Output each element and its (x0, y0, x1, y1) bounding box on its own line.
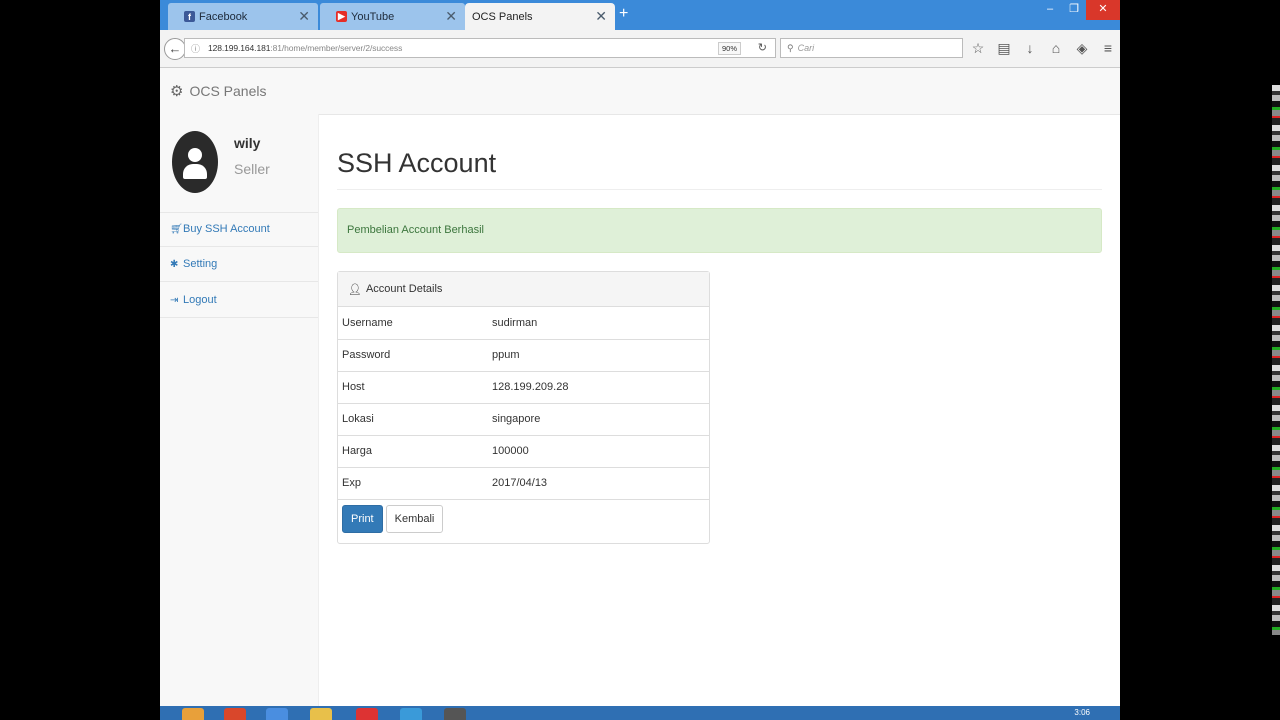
restore-button[interactable]: ❐ (1062, 0, 1086, 20)
panel-title: Account Details (365, 283, 443, 295)
close-icon[interactable]: ✕ (445, 8, 457, 25)
sidebar-item-logout[interactable]: ⇥ Logout (160, 283, 318, 318)
gear-icon: ✱ (170, 258, 179, 270)
row-key: Username (338, 307, 488, 340)
row-value: 100000 (488, 435, 709, 468)
start-orb-icon[interactable] (182, 708, 204, 720)
search-placeholder: Cari (797, 43, 815, 53)
close-icon[interactable]: ✕ (298, 8, 310, 25)
tab-label: YouTube (351, 10, 395, 23)
sidebar-item-label: Logout (183, 294, 217, 306)
success-alert: Pembelian Account Berhasil (337, 208, 1102, 253)
download-icon[interactable]: ↓ (1022, 40, 1038, 57)
back-button[interactable]: ← (164, 38, 186, 60)
cart-icon: 🛒︎ (170, 223, 183, 235)
info-icon[interactable]: ⓘ (191, 42, 200, 55)
browser-window: f Facebook ✕ ▶ YouTube ✕ OCS Panels ✕ + … (160, 0, 1120, 720)
toolbar-icons: ☆ ▤ ↓ ⌂ ◈ ≡ (970, 40, 1116, 57)
table-row: Exp 2017/04/13 (338, 467, 709, 500)
row-value: 128.199.209.28 (488, 371, 709, 404)
row-value: ppum (488, 339, 709, 372)
print-button[interactable]: Print (342, 505, 383, 533)
reading-list-icon[interactable]: ▤ (996, 40, 1012, 57)
table-row: Lokasi singapore (338, 403, 709, 436)
address-bar[interactable]: ⓘ 128.199.164.181:81/home/member/server/… (184, 38, 776, 58)
sidebar-item-setting[interactable]: ✱ Setting (160, 247, 318, 282)
sidebar-item-buy-ssh-account[interactable]: 🛒︎ Buy SSH Account (160, 212, 318, 247)
navigation-bar: ← ⓘ 128.199.164.181:81/home/member/serve… (160, 30, 1120, 68)
minimize-button[interactable]: ‒ (1038, 0, 1062, 20)
dashboard-icon: ⚙ (170, 83, 184, 100)
tab-label: Facebook (199, 10, 248, 23)
pocket-icon[interactable]: ◈ (1074, 40, 1090, 57)
account-details-panel: 👤︎ Account Details Username sudirman Pas… (337, 271, 710, 544)
taskbar-app-icon[interactable] (266, 708, 288, 720)
taskbar-app-icon[interactable] (224, 708, 246, 720)
table-row: Password ppum (338, 339, 709, 372)
row-key: Lokasi (338, 403, 488, 436)
taskbar-app-icon[interactable] (400, 708, 422, 720)
user-body-icon (183, 164, 207, 179)
home-icon[interactable]: ⌂ (1048, 40, 1064, 57)
brand-link[interactable]: ⚙ OCS Panels (170, 82, 267, 100)
avatar (172, 131, 218, 193)
user-profile: wily Seller (160, 114, 318, 213)
user-role: Seller (234, 161, 270, 177)
taskbar-clock: 3:06 (1074, 708, 1090, 717)
reload-icon[interactable]: ↻ (758, 41, 767, 54)
row-key: Host (338, 371, 488, 404)
tab-label: OCS Panels (472, 10, 533, 23)
row-key: Password (338, 339, 488, 372)
panel-actions: Print Kembali (342, 505, 444, 533)
user-name: wily (234, 135, 261, 151)
search-icon: ⚲ (787, 42, 794, 53)
row-value: sudirman (488, 307, 709, 340)
search-input[interactable]: ⚲ Cari (780, 38, 963, 58)
user-icon: 👤︎ (348, 283, 362, 296)
row-value: singapore (488, 403, 709, 436)
account-details-table: Username sudirman Password ppum Host 128… (338, 307, 709, 500)
sidebar-item-label: Buy SSH Account (183, 223, 270, 235)
menu-icon[interactable]: ≡ (1100, 40, 1116, 57)
row-value: 2017/04/13 (488, 467, 709, 500)
tab-ocs-panels[interactable]: OCS Panels ✕ (465, 3, 615, 30)
bookmark-star-icon[interactable]: ☆ (970, 40, 986, 57)
sidebar-item-label: Setting (183, 258, 218, 270)
close-icon[interactable]: ✕ (595, 8, 607, 25)
tab-facebook[interactable]: f Facebook ✕ (168, 3, 318, 30)
tab-youtube[interactable]: ▶ YouTube ✕ (320, 3, 465, 30)
table-row: Host 128.199.209.28 (338, 371, 709, 404)
zoom-indicator[interactable]: 90% (717, 42, 741, 55)
sidebar: wily Seller 🛒︎ Buy SSH Account ✱ Setting… (160, 114, 319, 706)
brand-label: OCS Panels (189, 83, 267, 99)
address-text: 128.199.164.181:81/home/member/server/2/… (208, 43, 403, 53)
logout-icon: ⇥ (170, 294, 179, 306)
row-key: Harga (338, 435, 488, 468)
facebook-icon: f (184, 11, 195, 22)
chrome-icon[interactable] (356, 708, 378, 720)
back-to-list-button[interactable]: Kembali (385, 505, 444, 533)
page-title: SSH Account (337, 148, 497, 178)
user-head-icon (188, 148, 202, 162)
taskbar: 3:06 (160, 706, 1120, 720)
panel-heading: 👤︎ Account Details (338, 272, 709, 307)
screen-edge-noise (1272, 85, 1280, 635)
tab-bar: f Facebook ✕ ▶ YouTube ✕ OCS Panels ✕ + … (160, 0, 1120, 30)
table-row: Username sudirman (338, 307, 709, 340)
window-controls: ‒ ❐ ✕ (1038, 0, 1120, 20)
window-close-button[interactable]: ✕ (1086, 0, 1120, 20)
app-navbar: ⚙ OCS Panels (160, 68, 1120, 115)
row-key: Exp (338, 467, 488, 500)
taskbar-app-icon[interactable] (444, 708, 466, 720)
folder-icon[interactable] (310, 708, 332, 720)
table-row: Harga 100000 (338, 435, 709, 468)
title-divider (337, 189, 1102, 190)
new-tab-button[interactable]: + (619, 5, 628, 23)
youtube-icon: ▶ (336, 11, 347, 22)
